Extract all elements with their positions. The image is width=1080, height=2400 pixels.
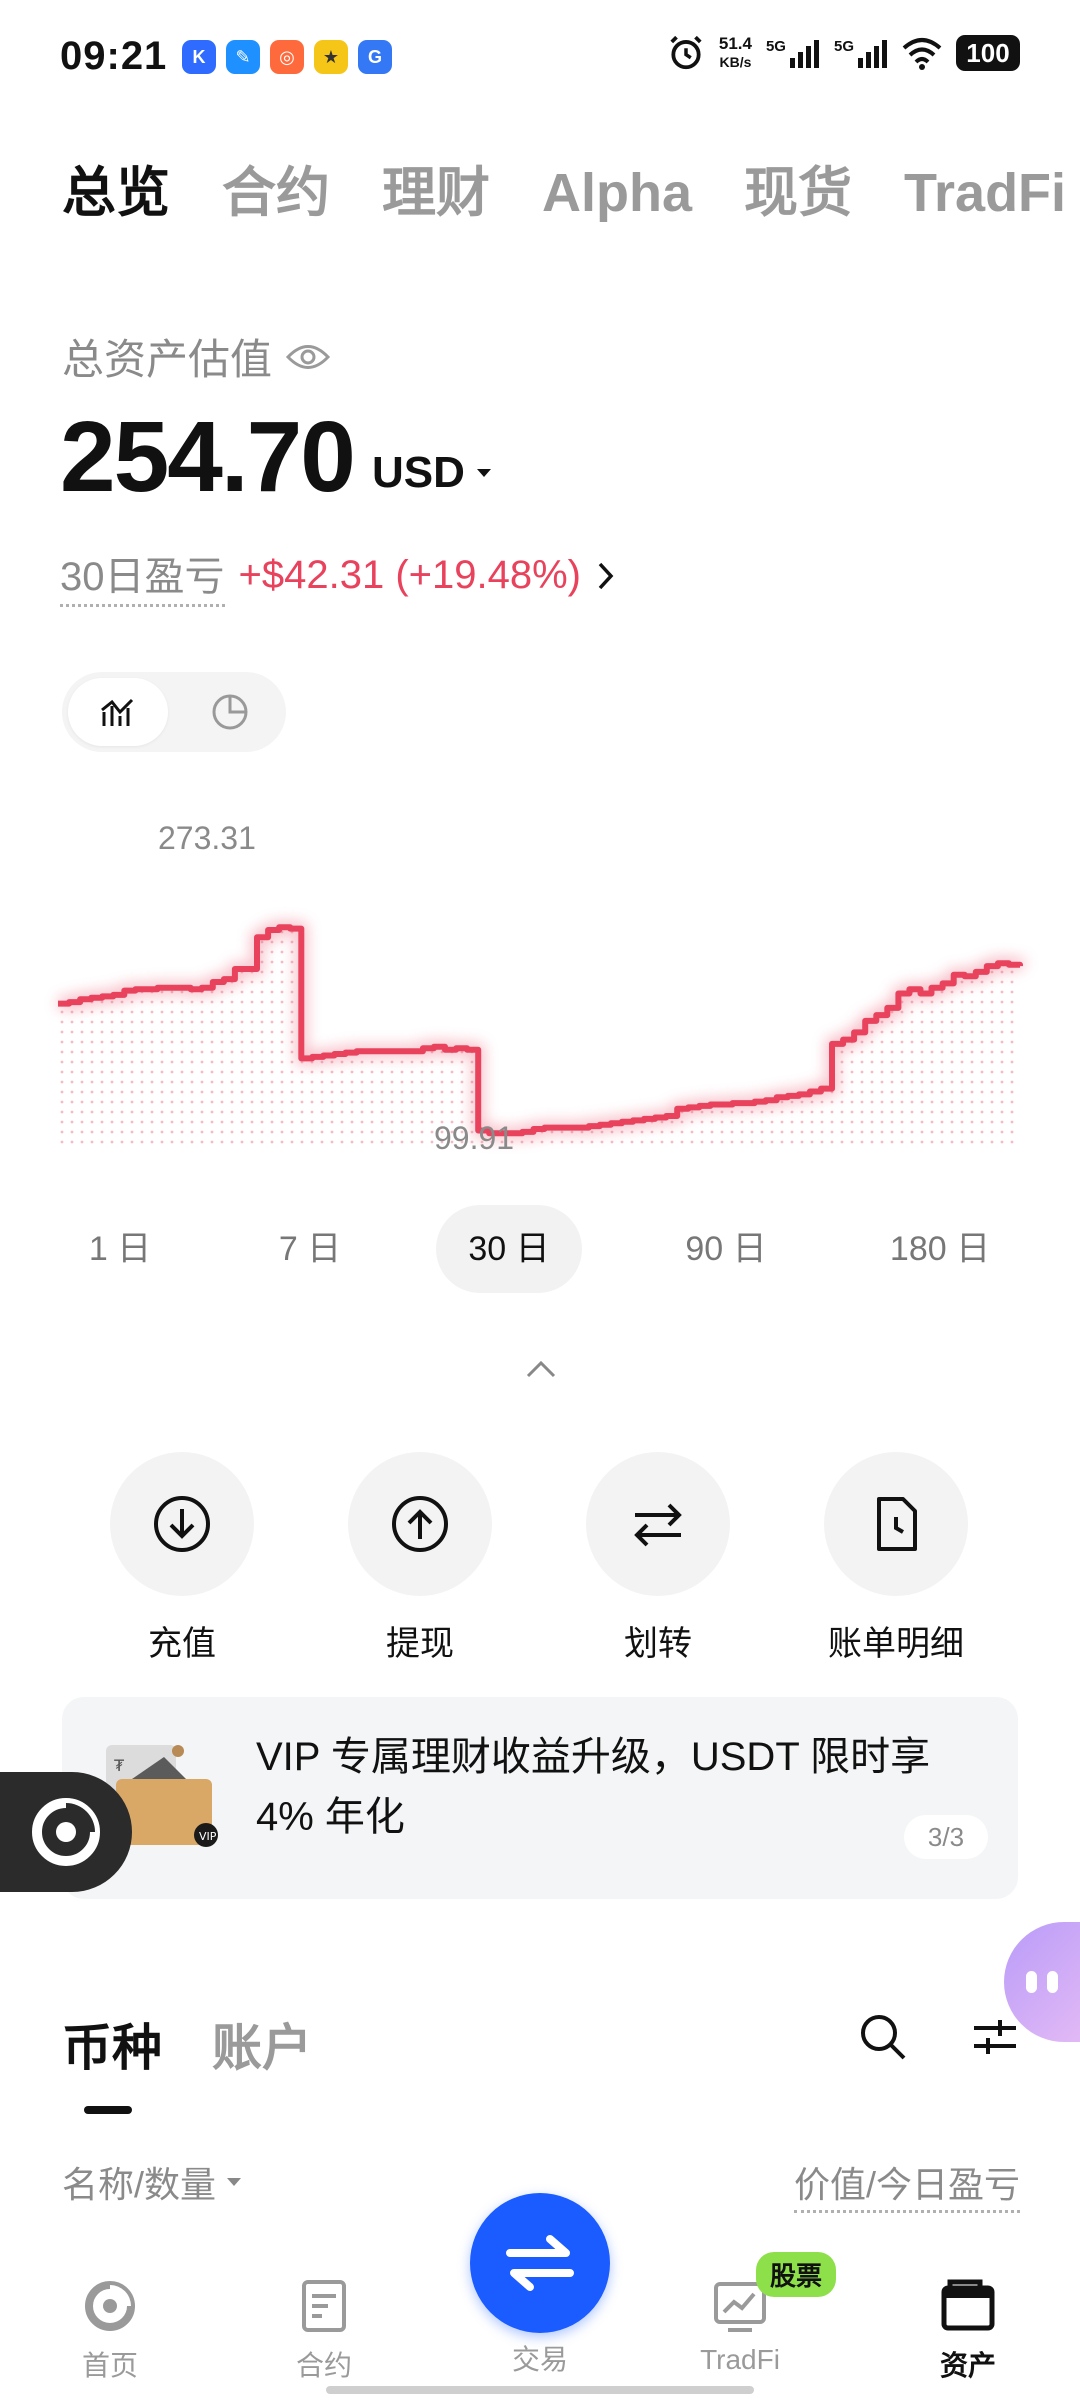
app-star-icon: ★ (314, 40, 348, 74)
total-asset-value: 254.70 (60, 401, 356, 513)
promo-banner[interactable]: ₮ VIP VIP 专属理财收益升级，USDT 限时享 4% 年化 3/3 (62, 1697, 1018, 1899)
caret-down-icon (476, 469, 491, 477)
battery-indicator: 100 (956, 35, 1020, 71)
currency-selector[interactable]: USD (372, 448, 493, 498)
holdings-tools (858, 2012, 1020, 2062)
status-indicators: 51.4 KB/s 5G 5G 100 (667, 34, 1020, 72)
chart-type-toggle (62, 672, 286, 752)
tab-overview[interactable]: 总览 (62, 148, 170, 227)
range-30d[interactable]: 30 日 (436, 1205, 582, 1293)
pnl-value: +$42.31 (+19.48%) (238, 553, 581, 597)
svg-text:VIP: VIP (199, 1830, 217, 1843)
pnl-row[interactable]: 30日盈亏 +$42.31 (+19.48%) (60, 544, 617, 607)
chart-max-label: 273.31 (158, 820, 256, 856)
tab-accounts[interactable]: 账户 (212, 2008, 312, 2080)
transfer-icon (634, 1503, 682, 1547)
sort-by-name[interactable]: 名称/数量 (62, 2156, 242, 2208)
app-swirl-icon: G (358, 40, 392, 74)
notification-icons: K ✎ ◎ ★ G (182, 40, 392, 74)
status-time: 09:21 (60, 34, 168, 78)
time-range-tabs: 1 日 7 日 30 日 90 日 180 日 (60, 1205, 1020, 1293)
asset-line-chart (58, 921, 1026, 1150)
asset-chart[interactable]: 273.31 99.91 (0, 800, 1080, 1180)
search-icon[interactable] (858, 2012, 908, 2062)
tab-alpha[interactable]: Alpha (542, 162, 692, 224)
range-1d[interactable]: 1 日 (60, 1205, 180, 1293)
deposit-button[interactable]: 充值 (82, 1452, 282, 1665)
signal-1: 5G (766, 38, 820, 68)
range-90d[interactable]: 90 日 (656, 1205, 796, 1293)
app-grid-icon: ◎ (270, 40, 304, 74)
ai-eye-right-icon (1047, 1971, 1058, 1993)
chart-min-label: 99.91 (434, 1120, 515, 1156)
tab-futures[interactable]: 合约 (222, 148, 330, 227)
wallet-icon (941, 2279, 995, 2331)
net-speed: 51.4 KB/s (718, 34, 752, 70)
svg-text:₮: ₮ (114, 1756, 125, 1775)
signal-2: 5G (834, 38, 888, 68)
ai-eye-left-icon (1026, 1971, 1037, 1993)
collapse-chart-button[interactable] (524, 1358, 558, 1385)
top-tabs: 总览 合约 理财 Alpha 现货 TradFi (62, 148, 1066, 227)
wifi-icon (902, 38, 942, 70)
chevron-up-icon (526, 1360, 556, 1378)
nav-futures[interactable]: 合约 (244, 2274, 404, 2384)
tab-coins[interactable]: 币种 (62, 2008, 162, 2114)
alarm-icon (670, 35, 702, 70)
filter-settings-icon[interactable] (970, 2012, 1020, 2062)
sort-by-value[interactable]: 价值/今日盈亏 (793, 2156, 1020, 2213)
home-indicator (326, 2386, 754, 2394)
tab-tradfi[interactable]: TradFi (904, 162, 1066, 224)
deposit-icon (154, 1496, 210, 1552)
nav-assets[interactable]: 资产 (888, 2274, 1048, 2384)
caret-down-icon (227, 2178, 242, 2186)
floating-assistant-left[interactable] (0, 1772, 132, 1892)
line-chart-icon (101, 698, 134, 726)
banner-page-indicator: 3/3 (904, 1815, 988, 1859)
pie-chart-icon (212, 694, 248, 730)
app-k-icon: K (182, 40, 216, 74)
assistant-logo-icon (32, 1798, 100, 1866)
tab-earn[interactable]: 理财 (382, 148, 490, 227)
range-180d[interactable]: 180 日 (860, 1205, 1020, 1293)
nav-home[interactable]: 首页 (30, 2274, 190, 2384)
stock-badge: 股票 (756, 2252, 837, 2297)
eye-icon[interactable] (286, 342, 331, 372)
signal-bars-icon (858, 40, 887, 68)
pnl-label: 30日盈亏 (60, 544, 225, 607)
banner-text: VIP 专属理财收益升级，USDT 限时享 4% 年化 (256, 1735, 931, 1839)
transfer-button[interactable]: 划转 (558, 1452, 758, 1665)
withdraw-button[interactable]: 提现 (320, 1452, 520, 1665)
trade-label: 交易 (511, 2344, 568, 2375)
home-logo-icon (85, 2281, 135, 2331)
bill-details-button[interactable]: 账单明细 (796, 1452, 996, 1665)
tab-spot[interactable]: 现货 (744, 148, 852, 227)
chart-area (58, 927, 1020, 1150)
signal-bars-icon (789, 40, 819, 68)
range-7d[interactable]: 7 日 (250, 1205, 370, 1293)
chevron-right-icon (598, 562, 614, 589)
swap-arrows-icon (506, 2235, 574, 2291)
pie-chart-toggle[interactable] (180, 678, 280, 746)
withdraw-icon (392, 1496, 448, 1552)
line-chart-toggle[interactable] (68, 678, 168, 746)
total-asset-label: 总资产估值 (62, 326, 331, 387)
futures-icon (302, 2280, 346, 2332)
app-feather-icon: ✎ (226, 40, 260, 74)
holdings-tabs: 币种 账户 (62, 2008, 312, 2114)
bill-icon (877, 1497, 917, 1551)
trade-button[interactable] (470, 2193, 610, 2333)
